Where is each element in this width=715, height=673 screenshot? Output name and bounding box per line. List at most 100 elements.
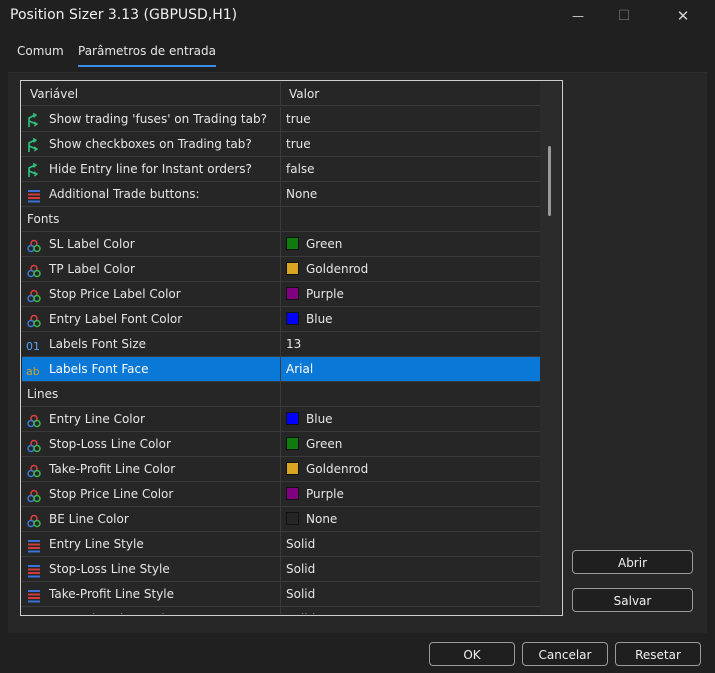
value-cell[interactable]: Solid (282, 557, 540, 581)
tab-parametros-de-entrada[interactable]: Parâmetros de entrada (78, 44, 216, 67)
grid-parameter-row[interactable]: Take-Profit Line Style Solid (22, 582, 540, 607)
parameter-value: Green (306, 437, 343, 451)
grid-parameter-row[interactable]: TP Label Color Goldenrod (22, 257, 540, 282)
value-cell[interactable]: Solid (282, 607, 540, 614)
variable-cell: Take-Profit Line Style (22, 582, 281, 606)
column-header-variable[interactable]: Variável (22, 82, 281, 106)
minimize-icon: — (572, 9, 584, 23)
svg-text:01: 01 (26, 340, 40, 353)
parameter-name: Stop-Loss Line Style (49, 562, 170, 576)
parameter-name: Stop Price Label Color (49, 287, 181, 301)
variable-cell: Entry Line Style (22, 532, 281, 556)
value-cell[interactable]: Green (282, 232, 540, 256)
color-icon (26, 237, 42, 253)
save-button[interactable]: Salvar (572, 588, 693, 612)
close-button[interactable]: ✕ (660, 0, 706, 32)
parameter-name: Additional Trade buttons: (49, 187, 200, 201)
parameter-value: Solid (286, 587, 316, 601)
grid-parameter-row[interactable]: Stop-Loss Line Color Green (22, 432, 540, 457)
value-cell[interactable]: None (282, 182, 540, 206)
grid-parameter-row[interactable]: Entry Line Color Blue (22, 407, 540, 432)
grid-parameter-row[interactable]: Stop-Loss Line Style Solid (22, 557, 540, 582)
parameter-value: None (306, 512, 338, 526)
grid-parameter-row[interactable]: BE Line Color None (22, 507, 540, 532)
value-cell[interactable]: true (282, 107, 540, 131)
grid-parameter-row[interactable]: Show trading 'fuses' on Trading tab? true (22, 107, 540, 132)
arrow-icon (26, 137, 42, 152)
ok-button[interactable]: OK (429, 642, 515, 666)
cancel-button[interactable]: Cancelar (522, 642, 608, 666)
grid-parameter-row[interactable]: Additional Trade buttons: None (22, 182, 540, 207)
value-cell[interactable]: None (282, 507, 540, 531)
value-cell[interactable]: Arial (282, 357, 540, 381)
value-cell[interactable]: Goldenrod (282, 257, 540, 281)
grid-parameter-row[interactable]: 01 Labels Font Size 13 (22, 332, 540, 357)
parameter-value: false (286, 162, 315, 176)
active-tab-underline (78, 65, 216, 67)
grid-parameter-row[interactable]: Stop Price Line Style Solid (22, 607, 540, 614)
grid-parameter-row[interactable]: SL Label Color Green (22, 232, 540, 257)
parameter-name: Entry Line Style (49, 537, 144, 551)
grid-parameter-row[interactable]: Stop Price Label Color Purple (22, 282, 540, 307)
parameter-value: Solid (286, 537, 316, 551)
grid-category-row[interactable]: Lines (22, 382, 540, 407)
parameter-name: Labels Font Size (49, 337, 147, 351)
parameter-name: Stop Price Line Style (49, 607, 172, 614)
minimize-button[interactable]: — (555, 0, 601, 32)
color-swatch (286, 312, 299, 325)
parameter-value: true (286, 112, 311, 126)
parameter-value: Arial (286, 362, 314, 376)
grid-parameter-row[interactable]: Stop Price Line Color Purple (22, 482, 540, 507)
value-cell[interactable]: Solid (282, 582, 540, 606)
value-cell[interactable]: Solid (282, 532, 540, 556)
tab-comum[interactable]: Comum (17, 44, 64, 58)
enum-icon (26, 187, 42, 203)
value-cell[interactable]: Purple (282, 282, 540, 306)
grid-parameter-row[interactable]: ab Labels Font Face Arial (22, 357, 540, 382)
grid-header: Variável Valor (22, 82, 540, 106)
value-cell (282, 382, 540, 406)
parameter-name: Entry Line Color (49, 412, 145, 426)
color-icon (26, 412, 42, 428)
variable-cell: Fonts (22, 207, 281, 231)
grid-parameter-row[interactable]: Take-Profit Line Color Goldenrod (22, 457, 540, 482)
value-cell[interactable]: Blue (282, 407, 540, 431)
svg-text:ab: ab (26, 365, 40, 378)
grid-category-row[interactable]: Fonts (22, 207, 540, 232)
parameter-name: SL Label Color (49, 237, 135, 251)
column-header-value[interactable]: Valor (282, 82, 540, 106)
parameters-grid-body: Variável Valor Show trading 'fuses' on T… (22, 82, 540, 614)
value-cell[interactable]: false (282, 157, 540, 181)
load-button[interactable]: Abrir (572, 550, 693, 574)
value-cell[interactable]: true (282, 132, 540, 156)
value-cell[interactable]: 13 (282, 332, 540, 356)
reset-button[interactable]: Resetar (615, 642, 701, 666)
variable-cell: BE Line Color (22, 507, 281, 531)
color-swatch (286, 487, 299, 500)
grid-parameter-row[interactable]: Entry Label Font Color Blue (22, 307, 540, 332)
variable-cell: Additional Trade buttons: (22, 182, 281, 206)
variable-cell: Show checkboxes on Trading tab? (22, 132, 281, 156)
parameter-name: Stop Price Line Color (49, 487, 174, 501)
grid-scrollbar[interactable] (540, 82, 561, 614)
parameter-name: Take-Profit Line Color (49, 462, 176, 476)
parameter-value: Goldenrod (306, 462, 369, 476)
value-cell[interactable]: Purple (282, 482, 540, 506)
variable-cell: Show trading 'fuses' on Trading tab? (22, 107, 281, 131)
parameter-name: BE Line Color (49, 512, 129, 526)
grid-parameter-row[interactable]: Hide Entry line for Instant orders? false (22, 157, 540, 182)
maximize-button[interactable]: ☐ (601, 0, 647, 32)
value-cell[interactable]: Goldenrod (282, 457, 540, 481)
grid-parameter-row[interactable]: Show checkboxes on Trading tab? true (22, 132, 540, 157)
parameter-name: Hide Entry line for Instant orders? (49, 162, 252, 176)
color-icon (26, 487, 42, 503)
grid-scrollbar-thumb[interactable] (548, 146, 551, 216)
parameter-value: Solid (286, 562, 316, 576)
parameter-value: Purple (306, 487, 344, 501)
value-cell[interactable]: Blue (282, 307, 540, 331)
value-cell[interactable]: Green (282, 432, 540, 456)
grid-parameter-row[interactable]: Entry Line Style Solid (22, 532, 540, 557)
enum-icon (26, 562, 42, 578)
category-label: Lines (27, 387, 59, 401)
close-icon: ✕ (676, 7, 690, 25)
